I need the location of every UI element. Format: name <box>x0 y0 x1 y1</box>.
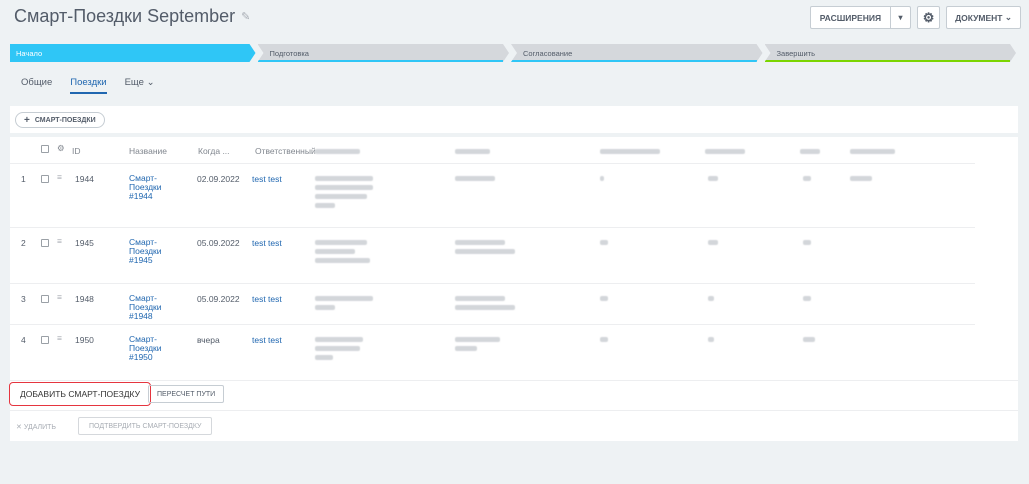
stage-approval[interactable]: Согласование <box>511 44 763 62</box>
row-when: вчера <box>197 335 220 345</box>
tab-trips[interactable]: Поездки <box>70 77 107 94</box>
row-when: 05.09.2022 <box>197 294 240 304</box>
confirm-smart-trip-button[interactable]: ПОДТВЕРДИТЬ СМАРТ-ПОЕЗДКУ <box>78 417 213 435</box>
row-id: 1950 <box>75 335 94 345</box>
stage-preparation[interactable]: Подготовка <box>258 44 510 62</box>
row-name-link[interactable]: Смарт- Поездки #1944 <box>129 174 169 201</box>
stage-start[interactable]: Начало <box>10 44 256 62</box>
tabs: Общие Поездки Еще ⌄ <box>21 77 155 94</box>
add-smart-trips-button[interactable]: + СМАРТ-ПОЕЗДКИ <box>15 112 105 128</box>
table-row[interactable]: 3 ≡ 1948 Смарт- Поездки #1948 05.09.2022… <box>10 283 975 324</box>
row-number: 4 <box>21 335 26 345</box>
grid-group-actions: ✕ УДАЛИТЬ ПОДТВЕРДИТЬ СМАРТ-ПОЕЗДКУ <box>10 410 1018 441</box>
row-checkbox[interactable] <box>41 336 49 344</box>
row-when: 05.09.2022 <box>197 238 240 248</box>
col-when[interactable]: Когда ... <box>198 146 230 156</box>
stage-label: Согласование <box>523 48 573 58</box>
tab-more[interactable]: Еще ⌄ <box>125 77 155 94</box>
settings-gear-button[interactable]: ⚙ <box>917 6 941 29</box>
extensions-label: РАСШИРЕНИЯ <box>819 12 882 23</box>
gear-icon[interactable]: ⚙ <box>57 143 65 154</box>
table-row[interactable]: 1 ≡ 1944 Смарт- Поездки #1944 02.09.2022… <box>10 163 975 227</box>
select-all-checkbox[interactable] <box>41 145 49 153</box>
recalc-route-button[interactable]: ПЕРЕСЧЕТ ПУТИ <box>148 385 225 403</box>
delete-button[interactable]: ✕ УДАЛИТЬ <box>16 423 56 431</box>
row-checkbox[interactable] <box>41 175 49 183</box>
list-toolbar: + СМАРТ-ПОЕЗДКИ <box>10 106 1018 133</box>
table-row[interactable]: 4 ≡ 1950 Смарт- Поездки #1950 вчера test… <box>10 324 975 380</box>
document-button[interactable]: ДОКУМЕНТ ⌄ <box>946 6 1021 29</box>
plus-icon: + <box>24 114 30 126</box>
gear-icon: ⚙ <box>922 9 935 25</box>
col-owner[interactable]: Ответственный <box>255 146 316 156</box>
stage-label: Начало <box>16 48 43 58</box>
row-owner-link[interactable]: test test <box>252 294 282 304</box>
table-row[interactable]: 2 ≡ 1945 Смарт- Поездки #1945 05.09.2022… <box>10 227 975 283</box>
stage-finish[interactable]: Завершить <box>765 44 1017 62</box>
top-toolbar: РАСШИРЕНИЯ ▾ ⚙ ДОКУМЕНТ ⌄ <box>809 6 1021 29</box>
delete-label: УДАЛИТЬ <box>23 424 57 431</box>
tab-general[interactable]: Общие <box>21 77 52 94</box>
stage-progress-bar: Начало Подготовка Согласование Завершить <box>10 44 1018 62</box>
add-smart-trip-button[interactable]: ДОБАВИТЬ СМАРТ-ПОЕЗДКУ <box>9 382 151 406</box>
row-number: 3 <box>21 294 26 304</box>
grid-header: ⚙ ID Название Когда ... Ответственный <box>10 137 1018 163</box>
row-checkbox[interactable] <box>41 239 49 247</box>
page-title-text: Смарт-Поездки September <box>14 6 236 26</box>
row-checkbox[interactable] <box>41 295 49 303</box>
add-smart-trips-label: СМАРТ-ПОЕЗДКИ <box>34 116 96 124</box>
chevron-down-icon[interactable]: ▾ <box>890 7 910 28</box>
drag-handle-icon[interactable]: ≡ <box>57 292 62 302</box>
page-title: Смарт-Поездки September ✎ <box>14 6 250 27</box>
row-name-link[interactable]: Смарт- Поездки #1948 <box>129 294 169 321</box>
stage-label: Подготовка <box>269 48 309 58</box>
row-number: 2 <box>21 238 26 248</box>
drag-handle-icon[interactable]: ≡ <box>57 333 62 343</box>
edit-pencil-icon[interactable]: ✎ <box>241 10 250 23</box>
document-label: ДОКУМЕНТ <box>955 12 1003 23</box>
row-number: 1 <box>21 174 26 184</box>
row-name-link[interactable]: Смарт- Поездки #1945 <box>129 238 169 265</box>
row-id: 1948 <box>75 294 94 304</box>
row-owner-link[interactable]: test test <box>252 238 282 248</box>
trips-grid: ⚙ ID Название Когда ... Ответственный 1 … <box>9 137 1018 441</box>
row-id: 1944 <box>75 174 94 184</box>
grid-actions: ДОБАВИТЬ СМАРТ-ПОЕЗДКУ ПЕРЕСЧЕТ ПУТИ <box>9 380 1018 406</box>
col-name[interactable]: Название <box>129 146 167 156</box>
col-id[interactable]: ID <box>72 146 81 156</box>
row-id: 1945 <box>75 238 94 248</box>
extensions-button[interactable]: РАСШИРЕНИЯ ▾ <box>809 6 912 29</box>
row-when: 02.09.2022 <box>197 174 240 184</box>
chevron-down-icon: ⌄ <box>1004 12 1012 22</box>
close-icon: ✕ <box>16 424 22 431</box>
tab-more-label: Еще <box>124 77 144 88</box>
chevron-down-icon: ⌄ <box>146 77 155 88</box>
drag-handle-icon[interactable]: ≡ <box>57 172 62 182</box>
row-owner-link[interactable]: test test <box>252 174 282 184</box>
drag-handle-icon[interactable]: ≡ <box>57 236 62 246</box>
row-name-link[interactable]: Смарт- Поездки #1950 <box>129 335 169 362</box>
row-owner-link[interactable]: test test <box>252 335 282 345</box>
stage-label: Завершить <box>776 48 815 58</box>
